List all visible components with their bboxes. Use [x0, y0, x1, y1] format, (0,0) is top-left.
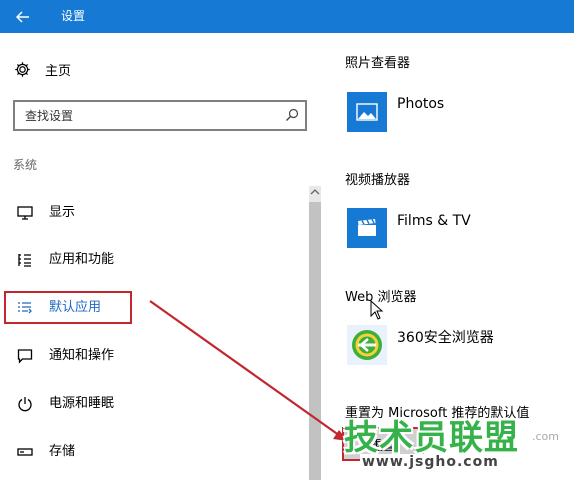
back-arrow-icon: [16, 10, 29, 23]
app-name-360-browser[interactable]: 360安全浏览器: [397, 329, 494, 347]
search-box[interactable]: [13, 100, 307, 131]
home-link[interactable]: 主页: [14, 59, 71, 79]
notification-icon: [17, 349, 33, 364]
reset-title: 重置为 Microsoft 推荐的默认值: [345, 406, 530, 421]
sidebar-item-notifications[interactable]: 通知和操作: [0, 339, 305, 373]
search-icon[interactable]: [285, 108, 299, 122]
app-name-films-tv[interactable]: Films & TV: [397, 212, 471, 230]
sidebar-item-display[interactable]: 显示: [0, 196, 305, 230]
group-title-video-player: 视频播放器: [345, 173, 411, 188]
reset-button[interactable]: 重置: [342, 427, 424, 461]
section-label: 系统: [13, 158, 38, 172]
sidebar: 主页 系统 显示 应用和功能 默认应用 通知和操作: [0, 33, 325, 480]
mouse-cursor-icon: [370, 300, 384, 320]
search-input[interactable]: [25, 107, 275, 124]
sidebar-item-power[interactable]: 电源和睡眠: [0, 387, 305, 421]
power-icon: [18, 397, 32, 412]
back-button[interactable]: [0, 0, 46, 33]
films-tv-icon: [358, 219, 376, 236]
highlight-box: [4, 291, 132, 324]
home-label: 主页: [45, 63, 72, 79]
scroll-up-icon[interactable]: [310, 188, 320, 196]
app-name-photos[interactable]: Photos: [397, 95, 444, 113]
sidebar-item-label: 显示: [49, 205, 76, 220]
gear-icon: [15, 61, 30, 77]
photos-app-button[interactable]: [347, 92, 387, 132]
sidebar-item-apps-features[interactable]: 应用和功能: [0, 243, 305, 277]
sidebar-item-label: 存储: [49, 444, 76, 459]
sidebar-item-label: 应用和功能: [49, 252, 115, 267]
browser-app-button[interactable]: [347, 325, 387, 365]
window-title: 设置: [61, 9, 86, 23]
list-icon: [18, 254, 31, 267]
title-bar: 设置: [0, 0, 574, 33]
group-title-photo-viewer: 照片查看器: [345, 56, 411, 71]
content-panel: 照片查看器 Photos 视频播放器 Films & TV Web 浏览器 36…: [325, 33, 574, 480]
sidebar-scrollbar[interactable]: [309, 186, 321, 480]
sidebar-item-storage[interactable]: 存储: [0, 435, 305, 469]
scroll-thumb[interactable]: [309, 202, 321, 480]
monitor-icon: [17, 206, 33, 220]
photos-icon: [356, 103, 378, 121]
films-tv-app-button[interactable]: [347, 208, 387, 248]
sidebar-item-label: 通知和操作: [49, 348, 115, 363]
sidebar-item-label: 电源和睡眠: [49, 396, 115, 411]
storage-icon: [17, 448, 33, 456]
browser-360-icon: [352, 330, 382, 360]
